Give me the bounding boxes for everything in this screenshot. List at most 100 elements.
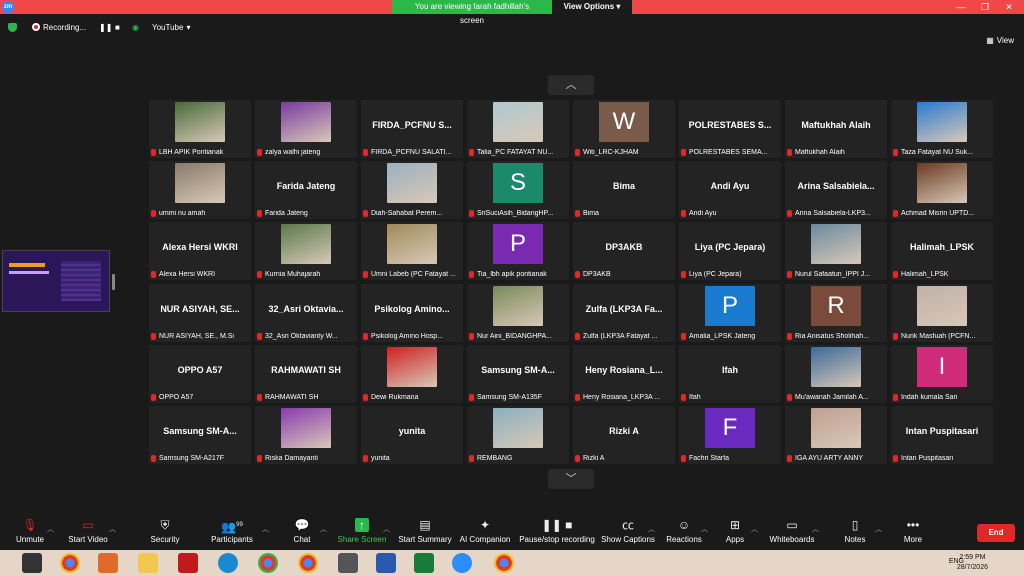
participant-tile[interactable]: LBH APIK Pontianak [149,100,251,158]
participant-tile[interactable]: P Amalia_LPSK Jateng [679,284,781,342]
stop-record-icon[interactable]: ■ [115,20,120,34]
participant-tile[interactable]: Bima Bima [573,161,675,219]
more-icon: ••• [906,518,920,532]
participant-tile[interactable]: Alexa Hersi WKRI Alexa Hersi WKRI [149,222,251,280]
encryption-shield-icon[interactable] [8,20,17,34]
recording-label: Recording... [43,22,87,32]
participant-tile[interactable]: REMBANG [467,406,569,464]
splitter-handle[interactable] [112,274,115,290]
app-icon[interactable] [338,553,358,573]
apps-caret[interactable]: ︿ [751,524,758,534]
participants-caret[interactable]: ︿ [262,524,269,534]
audio-options-caret[interactable]: ︿ [47,524,54,534]
minimize-icon[interactable]: — [950,0,972,14]
more-button[interactable]: ••• More [883,518,943,544]
participant-tile[interactable]: POLRESTABES S... POLRESTABES SEMA... [679,100,781,158]
security-button[interactable]: ⛨ Security [135,518,195,544]
participant-tile[interactable]: zalya walhi jateng [255,100,357,158]
participant-tile[interactable]: DP3AKB DP3AKB [573,222,675,280]
participant-tile[interactable]: OPPO A57 OPPO A57 [149,345,251,403]
participant-tile[interactable]: I Indah kumala Sari [891,345,993,403]
participant-tile[interactable]: Ifah Ifah [679,345,781,403]
ai-companion-button[interactable]: ✦ AI Companion [455,518,515,544]
participant-tile[interactable]: Halimah_LPSK Halimah_LPSK [891,222,993,280]
participant-tile[interactable]: IGA AYU ARTY ANNY [785,406,887,464]
participant-tile[interactable]: Intan Puspitasari Intan Puspitasari [891,406,993,464]
chrome-second-icon[interactable] [494,553,514,573]
view-options-button[interactable]: View Options ▾ [552,0,632,14]
participant-tile[interactable]: Andi Ayu Andi Ayu [679,161,781,219]
participant-tile[interactable]: W Witi_LRC-KJHAM [573,100,675,158]
participant-tile[interactable]: Diah-Sahabat Perem... [361,161,463,219]
participant-tile[interactable]: Umni Labeb (PC Fatayat ... [361,222,463,280]
participant-tile[interactable]: NUR ASIYAH, SE... NUR ASIYAH, SE., M.Si [149,284,251,342]
participant-tile[interactable]: Zulfa (LKP3A Fa... Zulfa (LKP3A Fatayat .… [573,284,675,342]
participants-button[interactable]: 👥99 Participants [202,518,262,544]
participant-tile[interactable]: yunita yunita [361,406,463,464]
close-icon[interactable]: ✕ [998,0,1020,14]
view-button[interactable]: ▦ View [986,36,1014,45]
pause-record-icon[interactable]: ❚❚ [99,20,112,34]
end-meeting-button[interactable]: End [977,524,1015,542]
chat-caret[interactable]: ︿ [320,524,327,534]
pause-recording-button[interactable]: ❚❚ ■ Pause/stop recording [518,518,596,544]
word-icon[interactable] [376,553,396,573]
participant-display-name: Rizki A [609,426,639,436]
participant-tile[interactable]: S SriSuciAsih_BidangHP... [467,161,569,219]
share-caret[interactable]: ︿ [383,524,390,534]
pdf-reader-icon[interactable] [178,553,198,573]
participant-tile[interactable]: Kurnia Muhajarah [255,222,357,280]
start-summary-button[interactable]: ▤ Start Summary [395,518,455,544]
participant-tile[interactable]: Maftukhah Alaih Maftukhah Alaih [785,100,887,158]
chrome-profile-icon[interactable] [258,553,278,573]
system-clock[interactable]: 2:59 PM 28/7/2026 [957,553,988,573]
participant-tile[interactable]: ummi nu amah [149,161,251,219]
mic-muted-icon [681,149,686,156]
video-options-caret[interactable]: ︿ [109,524,116,534]
participant-tile[interactable]: Taza Fatayat NU Suk... [891,100,993,158]
participant-tile[interactable]: Achmad Misrin UPTD... [891,161,993,219]
scroll-down-button[interactable]: ﹀ [548,469,594,489]
participant-caption: POLRESTABES SEMA... [681,149,779,156]
participant-tile[interactable]: R Ria Anisatus Sholihah... [785,284,887,342]
ai-companion-label: AI Companion [459,535,511,544]
participant-tile[interactable]: Liya (PC Jepara) Liya (PC Jepara) [679,222,781,280]
participant-tile[interactable]: Nur Aini_BIDANGHPA... [467,284,569,342]
participant-tile[interactable]: FIRDA_PCFNU S... FIRDA_PCFNU SALATI... [361,100,463,158]
chrome-icon[interactable] [60,553,80,573]
shared-screen-thumbnail[interactable] [2,250,110,312]
notes-caret[interactable]: ︿ [875,524,882,534]
participant-tile[interactable]: Heny Rosiana_L... Heny Rosiana_LKP3A ... [573,345,675,403]
participant-tile[interactable]: Farida Jateng Farida Jateng [255,161,357,219]
participant-tile[interactable]: Talia_PC FATAYAT NU... [467,100,569,158]
participant-tile[interactable]: Dewi Rukmana [361,345,463,403]
youtube-stream-menu[interactable]: YouTube ▾ [152,20,190,34]
view-options-label: View Options [563,2,615,11]
media-player-icon[interactable] [98,553,118,573]
participant-tile[interactable]: Samsung SM-A... Samsung SM-A217F [149,406,251,464]
participant-tile[interactable]: P Tia_lbh apik pontianak [467,222,569,280]
participant-tile[interactable]: Rizki A Rizki A [573,406,675,464]
chrome-window-icon[interactable] [298,553,318,573]
excel-icon[interactable] [414,553,434,573]
participant-tile[interactable]: Samsung SM-A... Samsung SM-A135F [467,345,569,403]
whiteboards-caret[interactable]: ︿ [812,524,819,534]
restore-icon[interactable]: ❐ [974,0,996,14]
security-label: Security [150,535,180,544]
participant-tile[interactable]: RAHMAWATI SH RAHMAWATI SH [255,345,357,403]
file-explorer-icon[interactable] [138,553,158,573]
participant-tile[interactable]: Riska Damayanti [255,406,357,464]
participant-tile[interactable]: Nurul Safaatun_IPPI J... [785,222,887,280]
internet-explorer-icon[interactable] [218,553,238,573]
participant-tile[interactable]: Mu'awanah Jamilah A... [785,345,887,403]
participant-tile[interactable]: Arina Salsabiela... Arina Salsabiela-LKP3… [785,161,887,219]
participant-tile[interactable]: 32_Asri Oktavia... 32_Asri Oktavianty W..… [255,284,357,342]
scroll-up-button[interactable]: ︿ [548,75,594,95]
participant-tile[interactable]: Psikolog Amino... Psikolog Amino Hosp... [361,284,463,342]
participant-tile[interactable]: Nurik Masfuah (PCFN... [891,284,993,342]
participant-photo [917,286,967,326]
participant-tile[interactable]: F Fachri Starfa [679,406,781,464]
zoom-taskbar-icon[interactable] [452,553,472,573]
participant-photo [811,347,861,387]
start-icon[interactable] [22,553,42,573]
